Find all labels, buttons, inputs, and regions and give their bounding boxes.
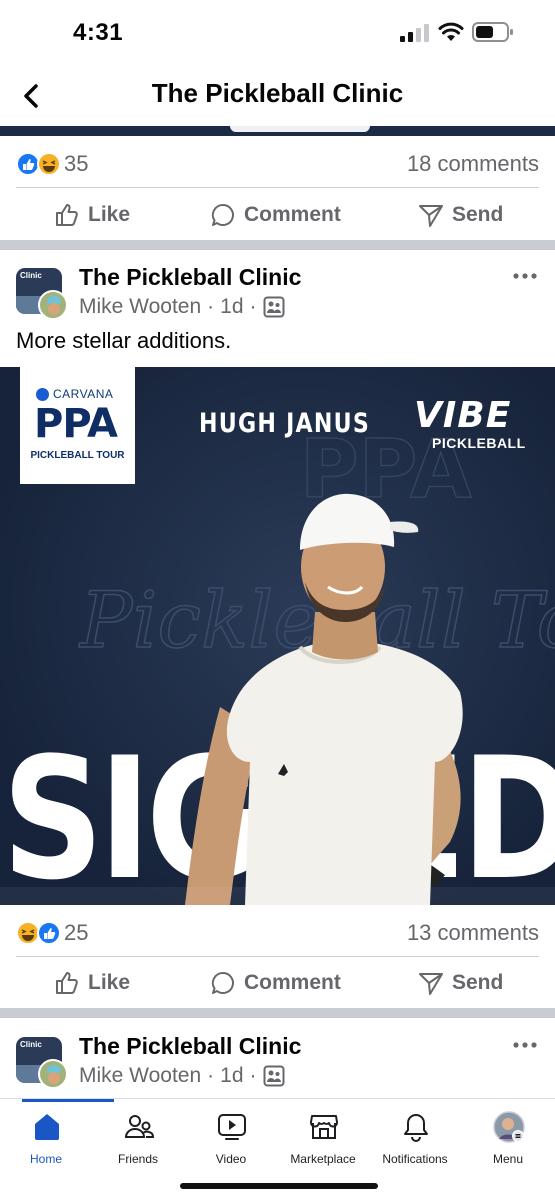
battery-icon	[472, 22, 513, 42]
home-icon	[35, 1114, 59, 1140]
post-reactions[interactable]: 25 13 comments	[0, 907, 555, 957]
nav-home[interactable]: Home	[0, 1099, 92, 1179]
comment-count[interactable]: 18 comments	[407, 151, 539, 177]
like-button[interactable]: Like	[54, 188, 130, 242]
like-label: Like	[88, 203, 131, 226]
bell-icon	[404, 1114, 428, 1142]
more-options-icon[interactable]	[513, 1041, 537, 1049]
post-image[interactable]: Pickleball Tour PPA CARVANA PPA PICKLEBA…	[0, 367, 555, 905]
ppa-tour-logo: CARVANA PPA PICKLEBALL TOUR	[20, 367, 135, 484]
reaction-count: 25	[64, 920, 89, 945]
nav-friends[interactable]: Friends	[92, 1099, 184, 1179]
post-meta: Mike Wooten · 1d ·	[79, 1064, 285, 1088]
page-name[interactable]: The Pickleball Clinic	[79, 1033, 301, 1060]
like-icon	[56, 204, 78, 226]
wifi-icon	[438, 22, 464, 41]
nav-notifications-label: Notifications	[382, 1152, 448, 1166]
reaction-emojis-icon	[16, 152, 61, 176]
status-bar: 4:31	[0, 0, 555, 66]
send-button[interactable]: Send	[418, 188, 503, 242]
video-icon	[218, 1114, 246, 1140]
nav-friends-label: Friends	[117, 1152, 158, 1166]
author-name[interactable]: Mike Wooten	[79, 1064, 201, 1088]
author-name[interactable]: Mike Wooten	[79, 295, 201, 319]
previous-post-image[interactable]	[0, 126, 555, 136]
previous-post-reactions[interactable]: 35 18 comments	[0, 138, 555, 188]
post-separator	[0, 1008, 555, 1018]
reaction-count: 35	[64, 151, 89, 176]
like-label: Like	[88, 971, 131, 994]
send-icon	[419, 205, 443, 227]
group-audience-icon	[263, 1065, 285, 1087]
page-header: The Pickleball Clinic	[0, 66, 555, 126]
page-title: The Pickleball Clinic	[151, 78, 404, 108]
comment-icon	[211, 971, 234, 994]
send-icon	[419, 973, 443, 995]
page-name[interactable]: The Pickleball Clinic	[79, 264, 301, 291]
nav-home-label: Home	[29, 1152, 62, 1166]
nav-menu[interactable]: Menu	[462, 1099, 554, 1179]
carvana-text: CARVANA	[53, 387, 114, 401]
post-caption: More stellar additions.	[16, 328, 232, 353]
comment-button[interactable]: Comment	[210, 188, 341, 242]
like-button[interactable]: Like	[54, 956, 130, 1010]
comment-label: Comment	[244, 971, 341, 994]
home-indicator[interactable]	[180, 1183, 378, 1189]
comment-count[interactable]: 13 comments	[407, 920, 539, 946]
marketplace-icon	[310, 1115, 338, 1139]
profile-avatar-icon	[493, 1111, 525, 1143]
send-button[interactable]: Send	[418, 956, 503, 1010]
like-icon	[56, 972, 78, 994]
next-post-header: Clinic The Pickleball Clinic Mike Wooten…	[0, 1033, 555, 1107]
friends-icon	[124, 1115, 154, 1138]
post-actions: Like Comment Send	[0, 956, 555, 1010]
post-time[interactable]: 1d	[220, 295, 243, 319]
more-options-icon[interactable]	[513, 272, 537, 280]
comment-label: Comment	[244, 203, 341, 226]
previous-post-actions: Like Comment Send	[0, 188, 555, 242]
nav-video-label: Video	[215, 1152, 247, 1166]
group-audience-icon	[263, 296, 285, 318]
ppa-text: PPA	[34, 401, 118, 447]
nav-marketplace[interactable]: Marketplace	[277, 1099, 369, 1179]
comment-button[interactable]: Comment	[210, 956, 341, 1010]
nav-marketplace-label: Marketplace	[290, 1152, 356, 1166]
avatar[interactable]: Clinic	[16, 1037, 68, 1089]
vibe-word: VIBE	[414, 395, 512, 436]
send-label: Send	[452, 971, 504, 994]
nav-notifications[interactable]: Notifications	[369, 1099, 461, 1179]
nav-menu-label: Menu	[492, 1152, 524, 1166]
vibe-logo: VIBE PICKLEBALL	[414, 395, 525, 451]
nav-video[interactable]: Video	[185, 1099, 277, 1179]
reaction-emojis-icon	[16, 921, 61, 945]
player-name: HUGH JANUS	[199, 408, 371, 439]
post-separator	[0, 240, 555, 250]
status-time: 4:31	[73, 19, 124, 46]
vibe-sub: PICKLEBALL	[432, 435, 526, 451]
tour-text: PICKLEBALL TOUR	[30, 450, 125, 461]
send-label: Send	[452, 203, 504, 226]
player-photo	[185, 493, 463, 905]
post-meta: Mike Wooten · 1d ·	[79, 295, 285, 319]
avatar[interactable]: Clinic	[16, 268, 68, 320]
cellular-signal-icon	[400, 24, 429, 42]
comment-icon	[211, 203, 234, 226]
post-time[interactable]: 1d	[220, 1064, 243, 1088]
